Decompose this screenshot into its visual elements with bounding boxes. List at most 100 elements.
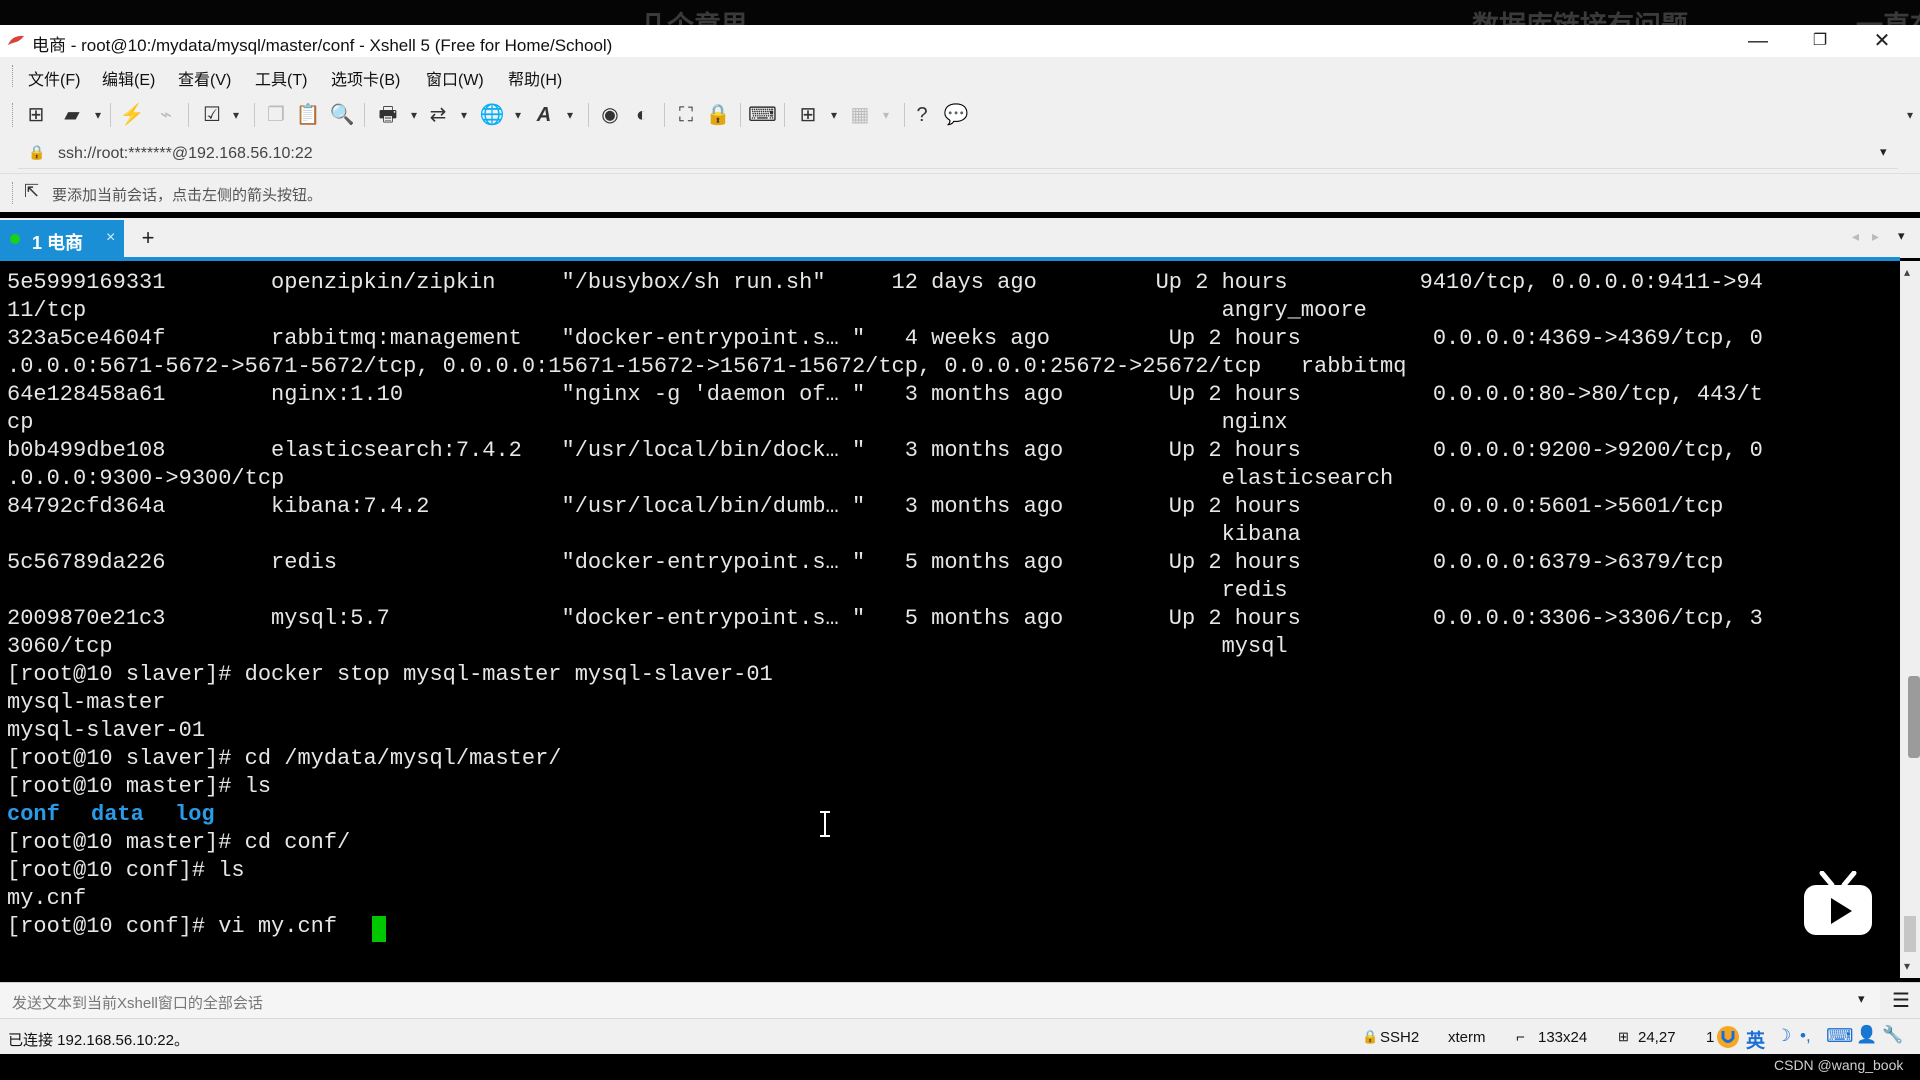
print-icon[interactable]: 🖶 bbox=[374, 101, 402, 129]
dropdown-arrow-icon[interactable]: ▾ bbox=[504, 101, 532, 129]
terminal-line: 3060/tcp mysql bbox=[7, 634, 1288, 659]
tab-scroll-right-icon[interactable]: ▸ bbox=[1872, 228, 1879, 245]
toolbar-overflow-icon[interactable]: ▾ bbox=[1896, 101, 1920, 129]
terminal-line: [root@10 slaver]# docker stop mysql-mast… bbox=[7, 662, 773, 687]
dropdown-arrow-icon[interactable]: ▾ bbox=[84, 101, 112, 129]
scroll-down-icon[interactable]: ▾ bbox=[1904, 959, 1910, 973]
copy-icon[interactable]: ❐ bbox=[262, 101, 290, 129]
menu-view[interactable]: 查看(V) bbox=[178, 66, 231, 90]
terminal-line: .0.0.0:9300->9300/tcp elasticsearch bbox=[7, 466, 1394, 491]
transfer-icon[interactable]: ⇄ bbox=[424, 101, 452, 129]
chat-icon[interactable]: 💬 bbox=[942, 101, 970, 129]
toolbar-separator bbox=[784, 103, 785, 127]
terminal-line: kibana bbox=[7, 522, 1301, 547]
find-icon[interactable]: 🔍 bbox=[328, 101, 356, 129]
address-field[interactable]: 🔒 ssh://root:*******@192.168.56.10:22 ▾ bbox=[18, 140, 1898, 169]
lock-icon: 🔒 bbox=[1362, 1029, 1379, 1044]
terminal-line: 2009870e21c3 mysql:5.7 "docker-entrypoin… bbox=[7, 606, 1763, 631]
paste-icon[interactable]: 📋 bbox=[294, 101, 322, 129]
open-folder-icon[interactable]: ▰ bbox=[58, 101, 86, 129]
terminal[interactable]: 5e5999169331 openzipkin/zipkin "/busybox… bbox=[0, 261, 1900, 978]
menu-window[interactable]: 窗口(W) bbox=[426, 66, 484, 90]
menu-tools[interactable]: 工具(T) bbox=[255, 66, 307, 90]
ls-dir-entry: data bbox=[91, 802, 144, 827]
sogou-ime-logo-icon[interactable] bbox=[1716, 1025, 1740, 1049]
lock-icon[interactable]: 🔒 bbox=[704, 101, 732, 129]
cursor-position-icon: ⊞ bbox=[1618, 1029, 1629, 1044]
toolbar-separator bbox=[740, 103, 741, 127]
menu-edit[interactable]: 编辑(E) bbox=[102, 66, 155, 90]
status-cursor-pos: 24,27 bbox=[1638, 1029, 1676, 1046]
toolbar: ⊞ ▰ ▾ ⚡ ⌁ ☑ ▾ ❐ 📋 🔍 🖶 ▾ ⇄ ▾ 🌐 ▾ A ▾ ◉ ◐ … bbox=[0, 95, 1920, 135]
xftp-icon[interactable]: ◉ bbox=[596, 101, 624, 129]
moon-icon[interactable]: ☽ bbox=[1776, 1026, 1791, 1046]
video-player-logo-icon bbox=[1804, 871, 1872, 935]
close-button[interactable]: ✕ bbox=[1852, 25, 1912, 57]
terminal-line: 323a5ce4604f rabbitmq:management "docker… bbox=[7, 326, 1763, 351]
terminal-scrollbar[interactable]: ▴ ▾ bbox=[1900, 261, 1920, 978]
bottom-strip: CSDN @wang_book bbox=[0, 1054, 1920, 1080]
dropdown-arrow-icon[interactable]: ▾ bbox=[872, 101, 900, 129]
restore-button[interactable]: ❐ bbox=[1790, 25, 1850, 57]
terminal-line: b0b499dbe108 elasticsearch:7.4.2 "/usr/l… bbox=[7, 438, 1763, 463]
dropdown-arrow-icon[interactable]: ▾ bbox=[556, 101, 584, 129]
minimize-button[interactable]: — bbox=[1728, 25, 1788, 57]
compose-bar: 发送文本到当前Xshell窗口的全部会话 ▾ ☰ bbox=[0, 982, 1920, 1019]
app-logo-icon bbox=[8, 35, 24, 45]
tab-session[interactable]: 1 电商 × bbox=[0, 220, 124, 258]
add-tab-icon[interactable]: ⊞ bbox=[794, 101, 822, 129]
keyboard-icon[interactable]: ⌨ bbox=[748, 101, 777, 129]
lock-icon: 🔒 bbox=[28, 144, 46, 160]
toolbar-grip bbox=[12, 103, 15, 127]
compose-dropdown-icon[interactable]: ▾ bbox=[1858, 991, 1865, 1007]
menu-tabs[interactable]: 选项卡(B) bbox=[331, 66, 400, 90]
address-dropdown-icon[interactable]: ▾ bbox=[1880, 144, 1887, 160]
size-icon: ⌐ bbox=[1516, 1029, 1525, 1046]
menu-help[interactable]: 帮助(H) bbox=[508, 66, 562, 90]
toolbar-separator bbox=[188, 103, 189, 127]
tab-close-icon[interactable]: × bbox=[106, 229, 115, 247]
tools-icon[interactable]: 🔧 bbox=[1882, 1025, 1903, 1045]
status-size: 133x24 bbox=[1538, 1029, 1588, 1046]
disconnect-icon[interactable]: ⌁ bbox=[152, 101, 180, 129]
dropdown-arrow-icon[interactable]: ▾ bbox=[820, 101, 848, 129]
compose-input[interactable]: 发送文本到当前Xshell窗口的全部会话 bbox=[0, 983, 1880, 1018]
terminal-line: [root@10 master]# cd conf/ bbox=[7, 830, 351, 855]
session-hint-bar: ⇱ 要添加当前会话，点击左侧的箭头按钮。 bbox=[0, 173, 1920, 212]
terminal-line: [root@10 slaver]# cd /mydata/mysql/maste… bbox=[7, 746, 562, 771]
new-tab-button[interactable]: + bbox=[134, 224, 162, 252]
scrollbar-thumb[interactable] bbox=[1908, 676, 1920, 758]
terminal-line: 84792cfd364a kibana:7.4.2 "/usr/local/bi… bbox=[7, 494, 1724, 519]
credit-text: CSDN @wang_book bbox=[1774, 1057, 1904, 1073]
xagent-icon[interactable]: ◐ bbox=[628, 101, 656, 129]
terminal-line: 11/tcp angry_moore bbox=[7, 298, 1367, 323]
terminal-line: 5e5999169331 openzipkin/zipkin "/busybox… bbox=[7, 270, 1763, 295]
user-icon[interactable]: 👤 bbox=[1856, 1025, 1877, 1045]
menu-grip bbox=[12, 65, 15, 87]
title-bar: 电商 - root@10:/mydata/mysql/master/conf -… bbox=[0, 25, 1920, 57]
connect-icon[interactable]: ⚡ bbox=[118, 101, 146, 129]
terminal-line: [root@10 master]# ls bbox=[7, 774, 272, 799]
menu-file[interactable]: 文件(F) bbox=[28, 66, 80, 90]
terminal-line: [root@10 conf]# ls bbox=[7, 858, 245, 883]
terminal-line: 64e128458a61 nginx:1.10 "nginx -g 'daemo… bbox=[7, 382, 1763, 407]
new-session-icon[interactable]: ⊞ bbox=[22, 101, 50, 129]
ime-language-toggle[interactable]: 英 bbox=[1746, 1026, 1765, 1053]
punctuation-icon[interactable]: •, bbox=[1800, 1026, 1811, 1046]
toolbar-separator bbox=[364, 103, 365, 127]
scrollbar-lower-thumb[interactable] bbox=[1904, 916, 1916, 952]
tab-scroll-left-icon[interactable]: ◂ bbox=[1852, 228, 1859, 245]
scroll-up-icon[interactable]: ▴ bbox=[1904, 265, 1910, 279]
fullscreen-icon[interactable]: ⛶ bbox=[672, 101, 700, 129]
font-icon[interactable]: A bbox=[530, 101, 558, 129]
dropdown-arrow-icon[interactable]: ▾ bbox=[450, 101, 478, 129]
compose-menu-icon[interactable]: ☰ bbox=[1892, 988, 1910, 1013]
add-session-arrow-icon[interactable]: ⇱ bbox=[24, 181, 39, 202]
tab-list-icon[interactable]: ▾ bbox=[1898, 228, 1905, 244]
globe-icon[interactable]: 🌐 bbox=[478, 101, 506, 129]
help-icon[interactable]: ? bbox=[908, 101, 936, 129]
terminal-line: mysql-slaver-01 bbox=[7, 718, 206, 743]
dropdown-arrow-icon[interactable]: ▾ bbox=[222, 101, 250, 129]
keyboard-icon[interactable]: ⌨ bbox=[1826, 1025, 1853, 1048]
layout-icon[interactable]: ▦ bbox=[846, 101, 874, 129]
